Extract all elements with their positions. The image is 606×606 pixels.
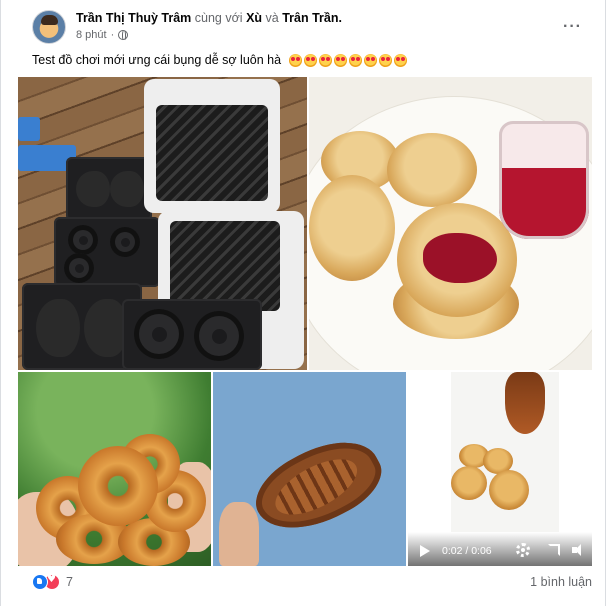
heart-eyes-emoji-icon: [363, 54, 377, 67]
photo-pancakes[interactable]: [309, 77, 592, 370]
author-line: Trần Thị Thuỳ Trâm cùng với Xù và Trân T…: [76, 11, 342, 25]
fish-plate-small: [66, 157, 152, 221]
post-caption: Test đồ chơi mới ưng cái bụng dễ sợ luôn…: [32, 53, 407, 67]
jam-glass: [499, 121, 589, 239]
syrup-pour: [505, 372, 545, 434]
more-options-icon[interactable]: ···: [563, 18, 582, 36]
fish-shaped-cake: [243, 423, 393, 549]
pancake: [451, 466, 487, 500]
tagged-user-2[interactable]: Trân Trần.: [282, 11, 342, 25]
caption-text: Test đồ chơi mới ưng cái bụng dễ sợ luôn…: [32, 53, 282, 67]
card-border-left: [0, 0, 1, 606]
gear-icon[interactable]: [516, 543, 530, 557]
like-icon: [32, 574, 48, 590]
post-card: Trần Thị Thuỳ Trâm cùng với Xù và Trân T…: [0, 0, 606, 606]
video-controls: 0:02 / 0:06: [408, 532, 592, 566]
emoji-row: [288, 54, 407, 67]
heart-eyes-emoji-icon: [318, 54, 332, 67]
pancake: [489, 470, 529, 510]
reaction-count: 7: [66, 575, 73, 589]
comment-count[interactable]: 1 bình luận: [530, 575, 592, 589]
video-player[interactable]: 0:02 / 0:06: [408, 372, 592, 566]
photo-grid: 0:02 / 0:06: [18, 77, 592, 566]
blue-package: [18, 117, 40, 141]
play-icon[interactable]: [420, 545, 430, 557]
donut: [78, 446, 158, 526]
heart-eyes-emoji-icon: [348, 54, 362, 67]
fullscreen-icon[interactable]: [548, 544, 560, 556]
tagged-user-1[interactable]: Xù: [246, 11, 262, 25]
pancake: [387, 133, 477, 207]
sandwich-maker-lid: [144, 79, 280, 213]
post-header: Trần Thị Thuỳ Trâm cùng với Xù và Trân T…: [32, 10, 592, 50]
photo-fish-cake[interactable]: [213, 372, 406, 566]
donut-plate: [122, 299, 262, 370]
hand: [219, 502, 259, 566]
photo-waffle-maker[interactable]: [18, 77, 307, 370]
heart-eyes-emoji-icon: [378, 54, 392, 67]
post-footer: 7 1 bình luận: [32, 572, 592, 594]
post-meta: 8 phút ·: [76, 29, 129, 41]
heart-eyes-emoji-icon: [333, 54, 347, 67]
heart-eyes-emoji-icon: [393, 54, 407, 67]
video-time: 0:02 / 0:06: [442, 545, 492, 557]
heart-eyes-emoji-icon: [288, 54, 302, 67]
and-text: và: [265, 11, 279, 25]
jam-topping: [423, 233, 497, 283]
heart-eyes-emoji-icon: [303, 54, 317, 67]
globe-icon[interactable]: [118, 30, 129, 41]
author-avatar[interactable]: [32, 10, 66, 44]
post-time[interactable]: 8 phút: [76, 29, 107, 41]
donut-plate-small: [54, 217, 160, 287]
volume-icon[interactable]: [572, 544, 584, 556]
separator-dot: ·: [110, 29, 115, 41]
pancake: [309, 175, 395, 281]
photo-donuts[interactable]: [18, 372, 211, 566]
author-name[interactable]: Trần Thị Thuỳ Trâm: [76, 11, 191, 25]
with-text: cùng với: [194, 11, 243, 25]
reactions-summary[interactable]: 7: [32, 574, 73, 590]
video-frame: [451, 372, 559, 532]
